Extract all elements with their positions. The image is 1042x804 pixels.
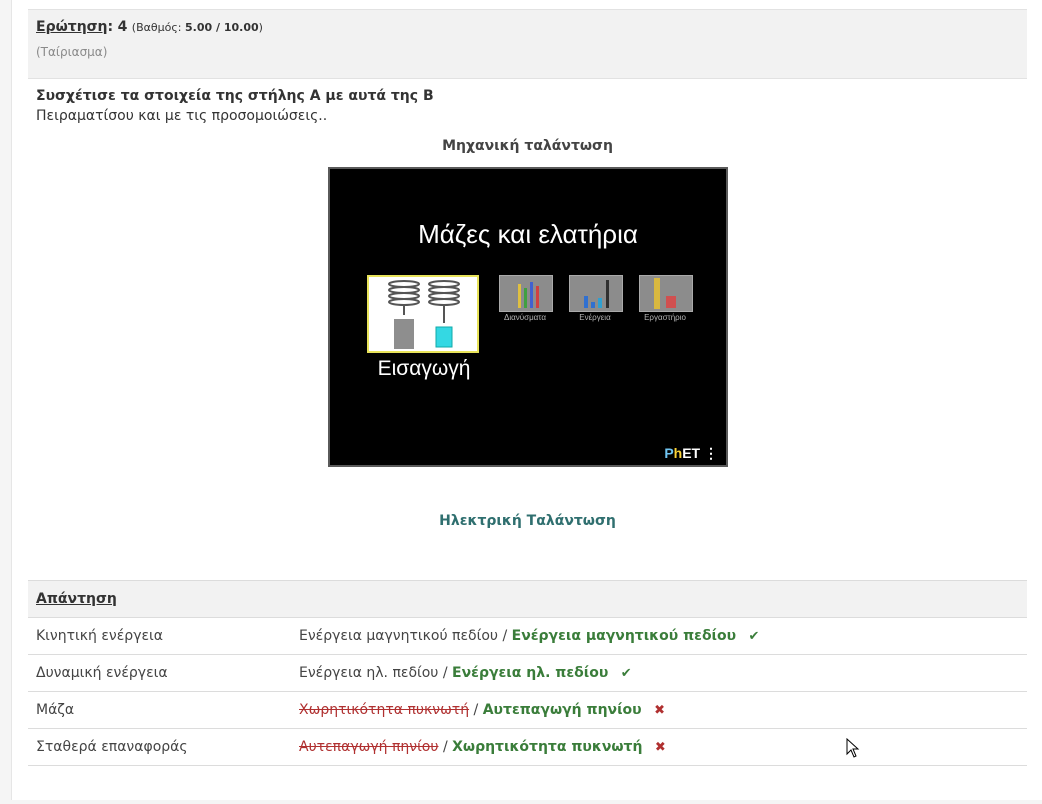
springs-icon (388, 280, 460, 349)
grade-info: (Βαθμός: 5.00 / 10.00) (131, 21, 263, 34)
intro-screen-label: Εισαγωγή (377, 357, 471, 380)
vectors-screen-label: Διανύσματα (504, 313, 546, 322)
cross-icon: ✖ (654, 703, 665, 718)
table-row: Δυναμική ενέργεια Ενέργεια ηλ. πεδίου / … (28, 654, 1027, 692)
menu-kebab-icon[interactable]: ⋮ (704, 445, 718, 461)
energy-screen-button[interactable] (569, 275, 623, 312)
vectors-thumbnail-icon (518, 282, 539, 308)
answer-right-cell: Ενέργεια ηλ. πεδίου / Ενέργεια ηλ. πεδίο… (291, 654, 1027, 692)
answer-table: Απάντηση Κινητική ενέργεια Ενέργεια μαγν… (28, 580, 1027, 766)
question-card: Ερώτηση: 4 (Βαθμός: 5.00 / 10.00) (Ταίρι… (11, 0, 1042, 800)
sim-link-electric[interactable]: Ηλεκτρική Ταλάντωση (12, 513, 1042, 529)
question-colon: : (107, 19, 114, 35)
question-header: Ερώτηση: 4 (Βαθμός: 5.00 / 10.00) (Ταίρι… (28, 9, 1027, 79)
answer-left-item: Μάζα (28, 691, 291, 729)
given-answer: Ενέργεια μαγνητικού πεδίου (299, 628, 499, 644)
table-row: Κινητική ενέργεια Ενέργεια μαγνητικού πε… (28, 617, 1027, 655)
question-type: (Ταίριασμα) (36, 45, 108, 59)
energy-thumbnail-icon (584, 280, 609, 308)
answer-header-row: Απάντηση (28, 580, 1027, 618)
sim-heading-mechanical: Μηχανική ταλάντωση (442, 138, 613, 154)
answer-left-item: Δυναμική ενέργεια (28, 654, 291, 692)
intro-screen-button[interactable] (367, 275, 479, 353)
answer-right-cell: Αυτεπαγωγή πηνίου / Χωρητικότητα πυκνωτή… (291, 728, 1027, 766)
question-number: 4 (117, 19, 128, 35)
question-label: Ερώτηση (36, 19, 108, 35)
answer-left-item: Σταθερά επαναφοράς (28, 728, 291, 766)
answer-right-cell: Ενέργεια μαγνητικού πεδίου / Ενέργεια μα… (291, 617, 1027, 655)
instruction-hint: Πειραματίσου και με τις προσομοιώσεις.. (36, 108, 328, 124)
phet-simulation-embed[interactable]: Μάζες και ελατήρια Εισαγωγή Διανύσματα Ε… (328, 167, 728, 467)
table-row: Σταθερά επαναφοράς Αυτεπαγωγή πηνίου / Χ… (28, 728, 1027, 766)
grade-value: 5.00 / 10.00 (185, 21, 259, 34)
check-icon: ✔ (620, 666, 632, 681)
correct-answer: Ενέργεια ηλ. πεδίου (452, 665, 609, 681)
phet-logo[interactable]: PhET ⋮ (664, 445, 718, 462)
cross-icon: ✖ (654, 740, 666, 755)
table-row: Μάζα Χωρητικότητα πυκνωτή / Αυτεπαγωγή π… (28, 691, 1027, 729)
given-answer: Χωρητικότητα πυκνωτή (299, 702, 470, 718)
energy-screen-label: Ενέργεια (579, 313, 611, 322)
answer-left-item: Κινητική ενέργεια (28, 617, 291, 655)
check-icon: ✔ (748, 629, 760, 644)
lab-screen-button[interactable] (639, 275, 693, 312)
vectors-screen-button[interactable] (499, 275, 553, 312)
sim-title: Μάζες και ελατήρια (418, 219, 638, 249)
lab-screen-label: Εργαστήριο (644, 313, 686, 322)
instruction-main: Συσχέτισε τα στοιχεία της στήλης Α με αυ… (36, 88, 434, 104)
given-answer: Αυτεπαγωγή πηνίου (299, 739, 439, 755)
answer-right-cell: Χωρητικότητα πυκνωτή / Αυτεπαγωγή πηνίου… (291, 691, 1027, 729)
correct-answer: Αυτεπαγωγή πηνίου (482, 702, 642, 718)
lab-thumbnail-icon (654, 278, 676, 309)
correct-answer: Ενέργεια μαγνητικού πεδίου (511, 628, 737, 644)
given-answer: Ενέργεια ηλ. πεδίου (299, 665, 439, 681)
mouse-cursor-icon (846, 738, 860, 758)
question-title: Ερώτηση: 4 (Βαθμός: 5.00 / 10.00) (36, 19, 263, 35)
answer-heading: Απάντηση (28, 580, 1027, 618)
correct-answer: Χωρητικότητα πυκνωτή (452, 739, 643, 755)
